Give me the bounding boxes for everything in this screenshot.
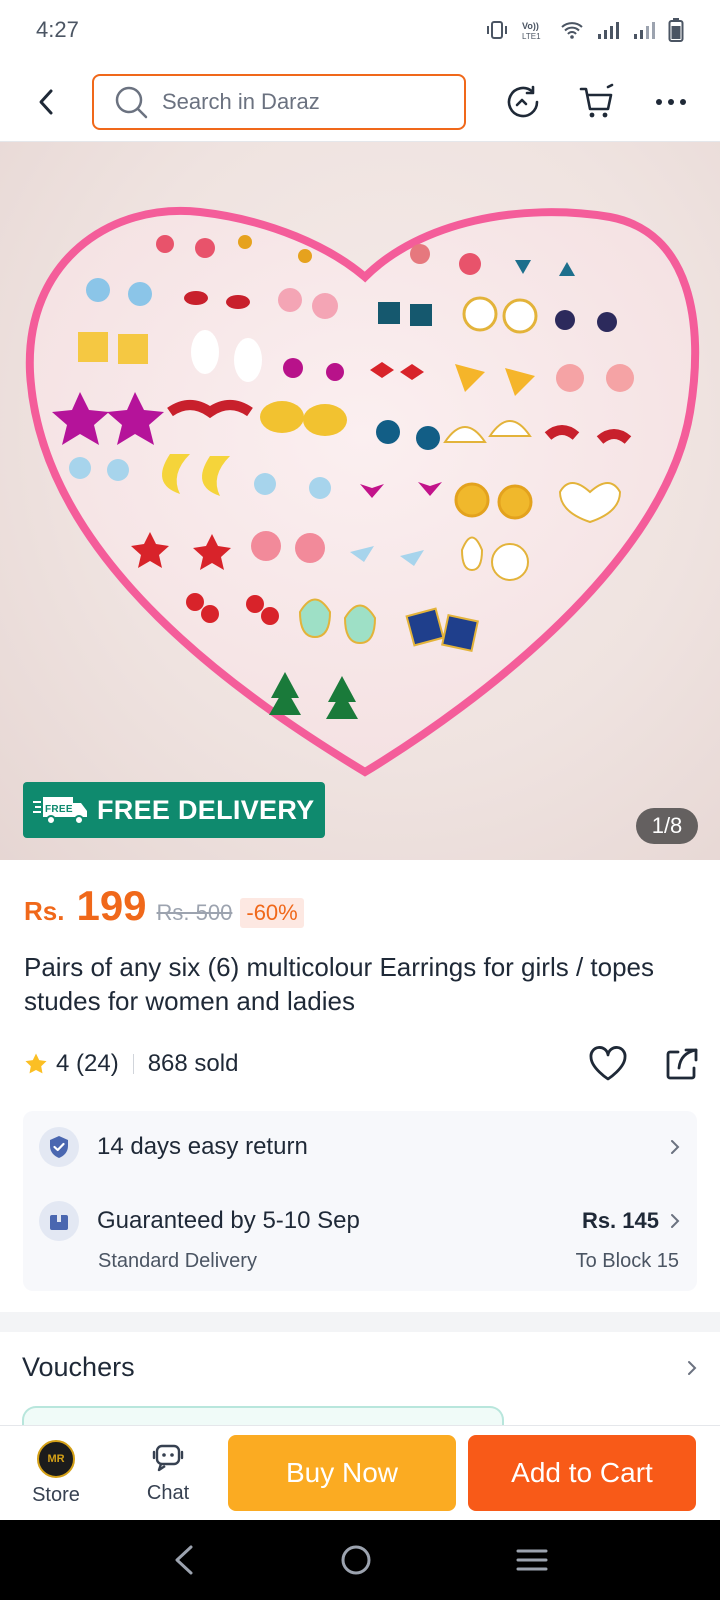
sold-count: 868 sold <box>147 1050 239 1077</box>
chat-icon <box>152 1444 184 1471</box>
chevron-right-icon <box>688 1360 697 1375</box>
store-logo: MR <box>37 1439 75 1478</box>
wifi-icon <box>561 22 583 39</box>
top-nav: Search in Daraz <box>0 62 720 142</box>
status-time: 4:27 <box>36 17 79 42</box>
truck-free-text: FREE <box>45 804 73 815</box>
free-delivery-badge: FREE FREE DELIVERY <box>23 782 325 838</box>
delivery-fee-group: Rs. 145 <box>582 1208 681 1234</box>
back-icon <box>39 89 53 114</box>
delivery-type: Standard Delivery <box>98 1250 257 1272</box>
delivery-guarantee: Guaranteed by 5-10 Sep <box>97 1207 360 1234</box>
bottom-action-bar: MR Store Chat Buy Now Add to Cart <box>0 1425 720 1520</box>
voucher-card[interactable] <box>22 1406 504 1426</box>
return-policy-row[interactable]: 14 days easy return <box>23 1127 697 1167</box>
svg-text:LTE1: LTE1 <box>522 32 541 41</box>
price-currency: Rs. <box>24 896 65 926</box>
status-icons: Vo)) LTE1 <box>486 18 684 42</box>
vouchers-row[interactable]: Vouchers <box>22 1352 698 1383</box>
search-icon <box>115 86 148 118</box>
shield-icon <box>39 1127 79 1167</box>
history-icon <box>507 85 539 117</box>
price-row: Rs. 199 Rs. 500 -60% <box>24 882 304 930</box>
volte-icon: Vo))LTE1 <box>522 21 541 41</box>
more-icon <box>656 98 686 105</box>
battery-icon <box>668 18 684 42</box>
price-current: 199 <box>76 882 147 929</box>
return-policy-text: 14 days easy return <box>97 1133 308 1160</box>
share-icon[interactable] <box>664 1046 700 1082</box>
return-chevron <box>669 1138 681 1156</box>
star-icon <box>25 1053 47 1074</box>
system-navigation-bar <box>0 1520 720 1600</box>
product-title: Pairs of any six (6) multicolour Earring… <box>24 952 654 1016</box>
delivery-fee: Rs. 145 <box>581 1208 659 1233</box>
delivery-row[interactable]: Guaranteed by 5-10 Sep Rs. 145 <box>23 1201 697 1241</box>
store-label: Store <box>32 1483 80 1506</box>
heart-icon[interactable] <box>588 1046 628 1082</box>
rating-row: 4 (24) 868 sold <box>24 1042 700 1086</box>
delivery-location: To Block 15 <box>575 1250 679 1272</box>
status-bar: 4:27 Vo)) LTE1 <box>0 0 720 60</box>
store-button[interactable]: MR Store <box>0 1439 112 1507</box>
back-icon[interactable] <box>171 1543 197 1577</box>
vibrate-icon <box>487 21 507 39</box>
buy-now-button[interactable]: Buy Now <box>228 1435 456 1511</box>
divider <box>132 1054 134 1074</box>
back-button[interactable] <box>22 78 70 126</box>
svg-text:Vo)): Vo)) <box>522 21 539 31</box>
rating-value[interactable]: 4 (24) <box>56 1050 119 1078</box>
product-image[interactable] <box>0 142 720 860</box>
home-icon[interactable] <box>339 1543 373 1577</box>
chat-label: Chat <box>146 1481 190 1504</box>
signal-icon <box>598 22 619 39</box>
discount-badge: -60% <box>240 898 304 928</box>
chevron-right-icon <box>671 1214 680 1228</box>
recents-icon[interactable] <box>515 1545 549 1575</box>
history-button[interactable] <box>500 79 546 125</box>
more-button[interactable] <box>648 79 694 125</box>
free-delivery-label: FREE DELIVERY <box>97 794 315 825</box>
truck-icon: FREE <box>33 797 87 825</box>
earrings-heart-tray-image <box>25 206 700 777</box>
nav-actions <box>500 79 698 125</box>
signal-icon <box>634 22 655 39</box>
section-divider <box>0 1312 720 1332</box>
image-counter: 1/8 <box>636 808 698 844</box>
cart-button[interactable] <box>574 79 620 125</box>
chat-button[interactable]: Chat <box>112 1442 224 1505</box>
add-to-cart-button[interactable]: Add to Cart <box>468 1435 696 1511</box>
price-original: Rs. 500 <box>156 900 233 925</box>
service-info-card: 14 days easy return Guaranteed by 5-10 S… <box>23 1111 697 1291</box>
product-actions <box>588 1046 700 1082</box>
vouchers-label: Vouchers <box>22 1352 135 1382</box>
package-icon <box>39 1201 79 1241</box>
search-placeholder: Search in Daraz <box>162 88 320 114</box>
cart-icon <box>579 83 614 117</box>
search-input[interactable]: Search in Daraz <box>92 73 466 130</box>
chevron-right-icon <box>671 1140 680 1154</box>
